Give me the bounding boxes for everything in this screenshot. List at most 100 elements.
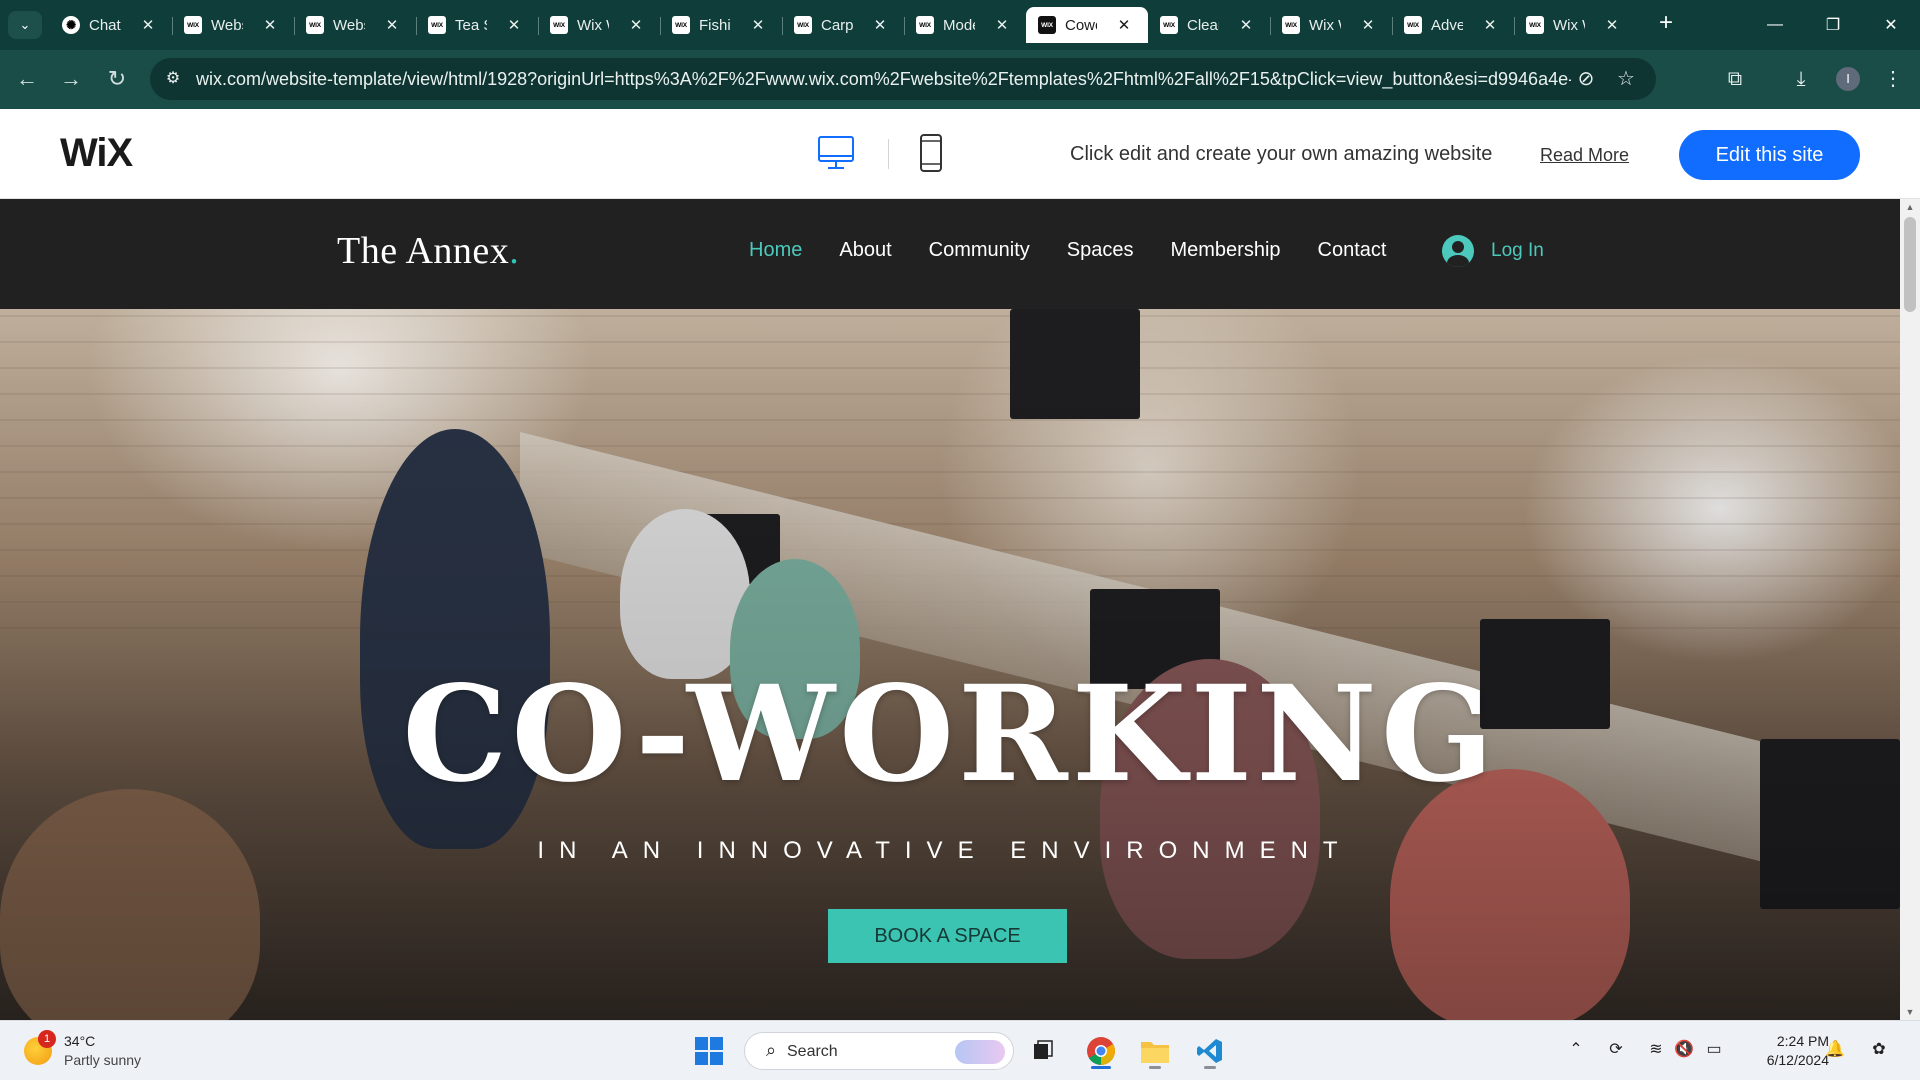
user-avatar-icon (1442, 235, 1474, 267)
nav-item-community[interactable]: Community (929, 239, 1030, 262)
device-divider (888, 139, 889, 169)
volume-muted-icon[interactable]: 🔇 (1673, 1039, 1695, 1061)
start-button[interactable] (689, 1031, 729, 1071)
browser-tab[interactable]: WIX Coworking ✕ (1026, 7, 1148, 43)
clock-date[interactable]: 6/12/2024 (1745, 1052, 1829, 1068)
minimize-button[interactable]: — (1746, 0, 1804, 50)
vscode-button[interactable] (1190, 1031, 1230, 1071)
clock-time[interactable]: 2:24 PM (1759, 1033, 1829, 1049)
desktop-view-icon[interactable] (817, 135, 855, 171)
wix-icon: WIX (1160, 16, 1178, 34)
site-info-icon[interactable]: ⚙ (162, 68, 184, 90)
close-icon[interactable]: ✕ (749, 16, 767, 34)
restore-button[interactable]: ❐ (1804, 0, 1862, 50)
task-view-button[interactable] (1023, 1031, 1063, 1071)
browser-tab[interactable]: WIX Website ✕ (294, 7, 416, 43)
menu-icon[interactable]: ⋮ (1878, 64, 1908, 94)
wix-icon: WIX (672, 16, 690, 34)
nav-item-home[interactable]: Home (749, 239, 802, 262)
wifi-icon[interactable]: ≋ (1645, 1039, 1667, 1061)
close-icon[interactable]: ✕ (1237, 16, 1255, 34)
wix-icon: WIX (794, 16, 812, 34)
reload-button[interactable]: ↻ (102, 64, 132, 94)
browser-tab[interactable]: WIX Wix Website ✕ (1514, 7, 1636, 43)
login-button[interactable]: Log In (1442, 235, 1544, 267)
tab-search-button[interactable]: ⌄ (8, 11, 42, 39)
sync-icon[interactable]: ⟳ (1605, 1039, 1627, 1061)
browser-tab[interactable]: WIX Wix Website ✕ (1270, 7, 1392, 43)
brand-name: The Annex (337, 230, 510, 272)
forward-button[interactable]: → (56, 64, 86, 94)
copilot-icon[interactable]: ✿ (1866, 1039, 1892, 1061)
close-icon[interactable]: ✕ (627, 16, 645, 34)
extensions-icon[interactable]: ⧉ (1720, 64, 1750, 94)
chevron-up-icon[interactable]: ⌃ (1565, 1039, 1587, 1061)
close-icon[interactable]: ✕ (505, 16, 523, 34)
address-bar[interactable]: ⚙ wix.com/website-template/view/html/192… (150, 58, 1656, 100)
tab-title: Website (211, 16, 243, 34)
browser-tab[interactable]: WIX Cleaning ✕ (1148, 7, 1270, 43)
file-explorer-button[interactable] (1135, 1031, 1175, 1071)
hero-title: CO-WORKING (402, 657, 1498, 812)
back-button[interactable]: ← (12, 64, 42, 94)
read-more-link[interactable]: Read More (1540, 145, 1629, 166)
browser-tab[interactable]: WIX Adventure ✕ (1392, 7, 1514, 43)
close-icon[interactable]: ✕ (1603, 16, 1621, 34)
chatgpt-icon: ✺ (62, 16, 80, 34)
close-icon[interactable]: ✕ (1481, 16, 1499, 34)
mobile-view-icon[interactable] (917, 133, 945, 173)
close-icon[interactable]: ✕ (383, 16, 401, 34)
nav-item-spaces[interactable]: Spaces (1067, 239, 1134, 262)
new-tab-button[interactable]: + (1652, 10, 1680, 38)
url-text[interactable]: wix.com/website-template/view/html/1928?… (196, 69, 1571, 90)
wix-icon: WIX (306, 16, 324, 34)
close-icon[interactable]: ✕ (261, 16, 279, 34)
bell-icon[interactable]: 🔔 (1824, 1039, 1846, 1061)
close-icon[interactable]: ✕ (1359, 16, 1377, 34)
scroll-thumb[interactable] (1904, 217, 1916, 312)
vscode-icon (1197, 1039, 1222, 1063)
battery-icon[interactable]: ▭ (1703, 1039, 1725, 1061)
tab-title: Adventure (1431, 16, 1463, 34)
close-icon[interactable]: ✕ (1115, 16, 1133, 34)
browser-tab[interactable]: WIX Tea Shop ✕ (416, 7, 538, 43)
page-scrollbar[interactable]: ▲ ▼ (1900, 199, 1920, 1020)
wix-icon: WIX (1404, 16, 1422, 34)
site-brand[interactable]: The Annex. (337, 229, 519, 273)
wix-icon: WIX (1282, 16, 1300, 34)
edit-this-site-button[interactable]: Edit this site (1679, 130, 1860, 180)
browser-tab[interactable]: WIX Website ✕ (172, 7, 294, 43)
tab-title: Tea Shop (455, 16, 487, 34)
tab-title: Coworking (1065, 16, 1097, 34)
book-a-space-button[interactable]: BOOK A SPACE (828, 909, 1067, 963)
tab-title: ChatGPT (89, 16, 121, 34)
nav-item-about[interactable]: About (839, 239, 891, 262)
close-icon[interactable]: ✕ (993, 16, 1011, 34)
chrome-taskbar-button[interactable] (1081, 1031, 1121, 1071)
search-highlight-icon (955, 1040, 1005, 1064)
tab-title: Website (333, 16, 365, 34)
nav-item-membership[interactable]: Membership (1170, 239, 1280, 262)
download-icon[interactable]: ⤓ (1786, 64, 1816, 94)
close-window-button[interactable]: ✕ (1862, 0, 1920, 50)
browser-toolbar: ← → ↻ ⚙ wix.com/website-template/view/ht… (0, 50, 1920, 140)
tab-title: Modern (943, 16, 975, 34)
browser-tab[interactable]: WIX Wix Website ✕ (538, 7, 660, 43)
profile-avatar[interactable]: I (1836, 67, 1860, 91)
browser-tab[interactable]: ✺ ChatGPT ✕ (50, 7, 172, 43)
browser-tab[interactable]: WIX Modern ✕ (904, 7, 1026, 43)
taskbar-search[interactable]: ⌕ Search (744, 1032, 1014, 1070)
nav-item-contact[interactable]: Contact (1318, 239, 1387, 262)
star-icon[interactable]: ☆ (1614, 67, 1638, 91)
notification-badge: 1 (38, 1030, 56, 1048)
scroll-up-icon[interactable]: ▲ (1900, 199, 1920, 215)
wix-logo[interactable]: WiX (60, 131, 133, 176)
browser-tab[interactable]: WIX Fishing ✕ (660, 7, 782, 43)
weather-widget[interactable]: 1 34°C Partly sunny (24, 1030, 184, 1071)
scroll-down-icon[interactable]: ▼ (1900, 1004, 1920, 1020)
browser-tab[interactable]: WIX Carpenter ✕ (782, 7, 904, 43)
close-icon[interactable]: ✕ (871, 16, 889, 34)
eye-slash-icon[interactable]: ⊘ (1574, 67, 1598, 91)
open-app-indicator (1204, 1066, 1216, 1069)
close-icon[interactable]: ✕ (139, 16, 157, 34)
